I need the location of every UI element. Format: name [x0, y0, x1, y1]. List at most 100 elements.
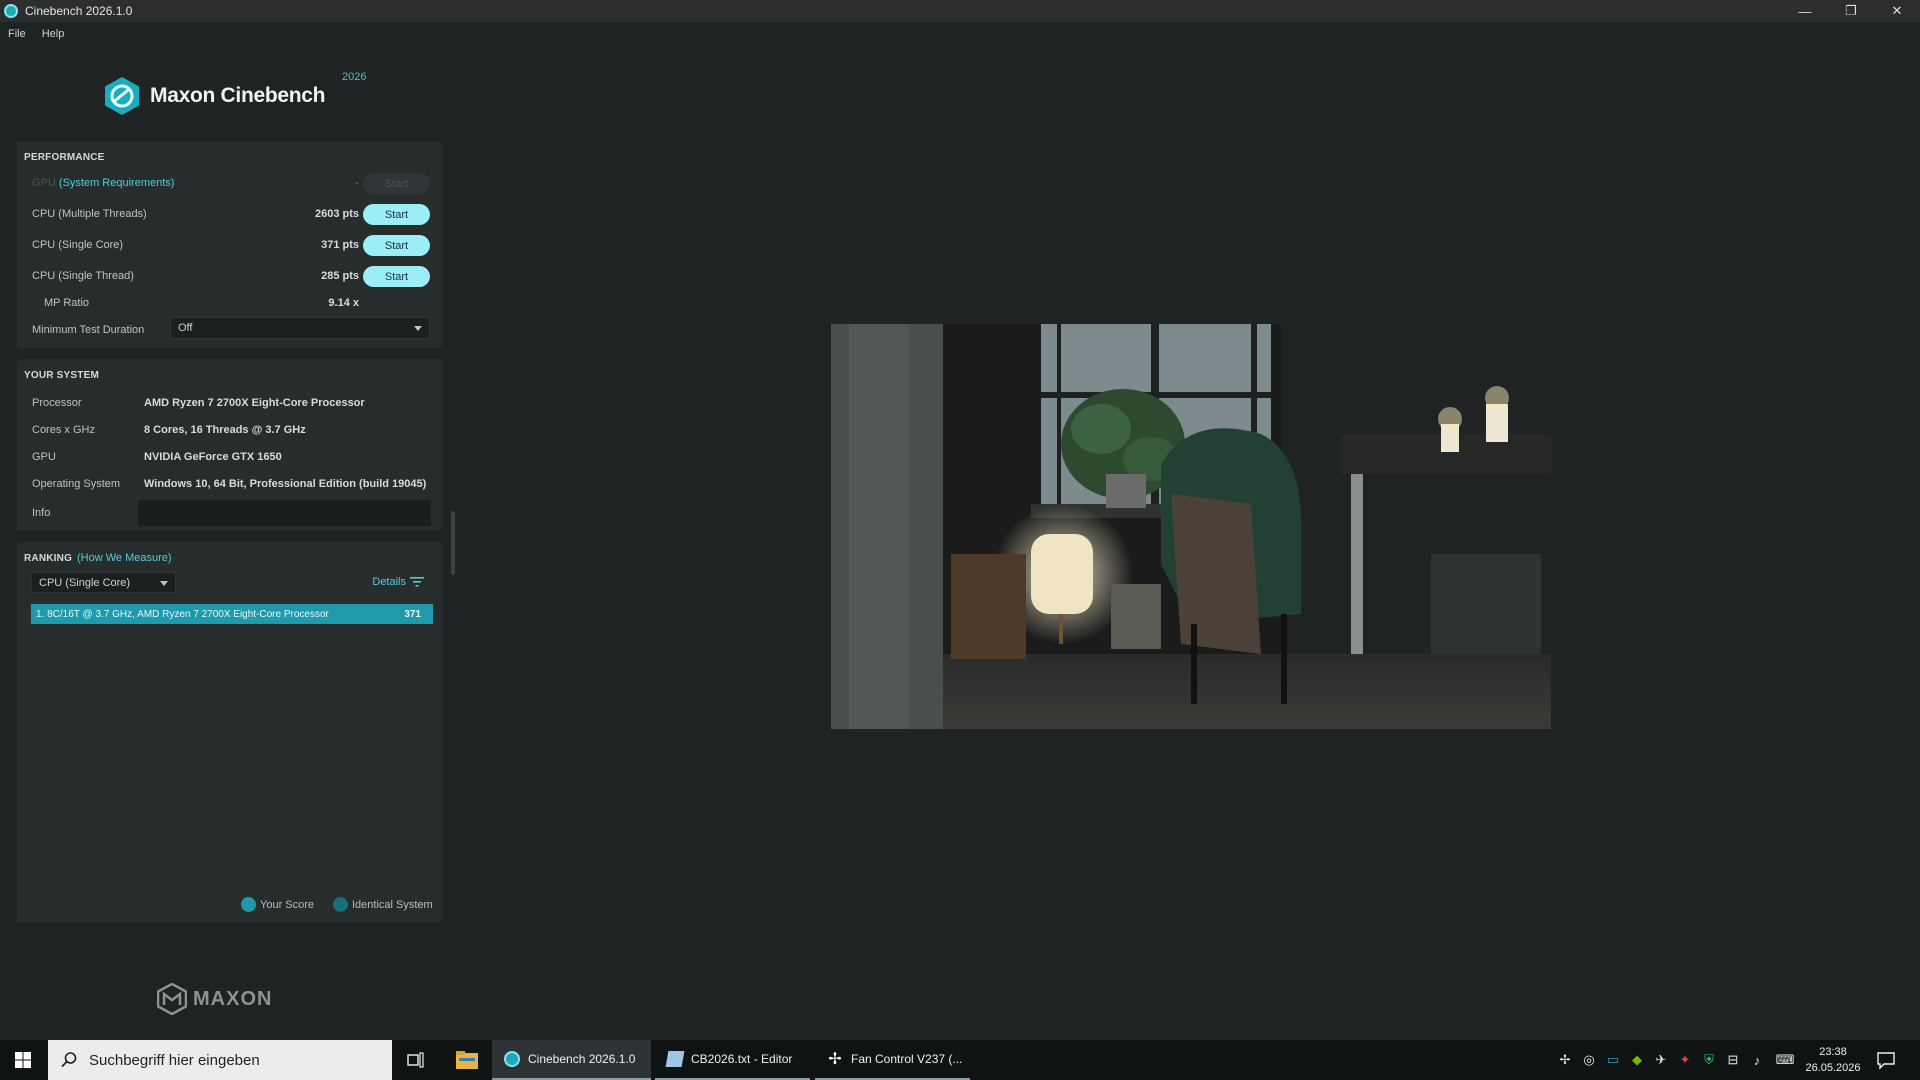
test-label-single-core: CPU (Single Core): [32, 239, 124, 251]
render-scene-image: [831, 324, 1551, 729]
clock-date: 26.05.2026: [1805, 1062, 1861, 1074]
test-score-single-thread: 285 pts: [321, 270, 359, 282]
network-tray-icon[interactable]: ⊟: [1725, 1052, 1741, 1068]
start-single-core-button[interactable]: Start: [363, 235, 430, 256]
info-field[interactable]: [138, 500, 431, 526]
test-score-single-core: 371 pts: [321, 239, 359, 251]
test-label-multi: CPU (Multiple Threads): [32, 208, 147, 220]
cores-value: 8 Cores, 16 Threads @ 3.7 GHz: [144, 424, 306, 436]
performance-panel: PERFORMANCE GPU (System Requirements) - …: [17, 141, 442, 348]
taskbar-app-cinebench[interactable]: Cinebench 2026.1.0: [492, 1040, 651, 1080]
ranking-title: RANKING: [24, 553, 73, 564]
start-multi-button[interactable]: Start: [363, 204, 430, 225]
os-value: Windows 10, 64 Bit, Professional Edition…: [144, 478, 427, 490]
processor-label: Processor: [32, 397, 82, 409]
display-tray-icon[interactable]: ▭: [1605, 1052, 1621, 1068]
cinebench-app-icon: [4, 4, 18, 18]
notepad-icon: [665, 1051, 685, 1067]
antivirus-tray-icon[interactable]: ✦: [1677, 1052, 1693, 1068]
start-single-thread-button[interactable]: Start: [363, 266, 430, 287]
os-label: Operating System: [32, 478, 121, 490]
ranking-entry[interactable]: 1. 8C/16T @ 3.7 GHz, AMD Ryzen 7 2700X E…: [31, 604, 433, 624]
gpu-start-button[interactable]: Start: [363, 173, 430, 194]
task-view-glyph-icon: [407, 1052, 424, 1068]
identical-system-dot-icon: [333, 897, 348, 912]
gpu-label: GPU: [32, 451, 56, 463]
performance-title: PERFORMANCE: [24, 152, 105, 163]
clock-time: 23:38: [1819, 1046, 1847, 1058]
test-score-multi: 2603 pts: [314, 208, 359, 220]
taskbar-app-editor-label: CB2026.txt - Editor: [691, 1052, 793, 1066]
window-title: Cinebench 2026.1.0: [25, 4, 133, 18]
how-we-measure-link[interactable]: (How We Measure): [77, 552, 172, 564]
search-placeholder: Suchbegriff hier eingeben: [89, 1051, 260, 1069]
taskbar-app-editor[interactable]: CB2026.txt - Editor: [655, 1040, 810, 1080]
gpu-label: GPU: [32, 177, 56, 189]
logo-text: Maxon Cinebench: [150, 84, 326, 107]
system-panel: YOUR SYSTEM Processor AMD Ryzen 7 2700X …: [17, 359, 442, 531]
legend-your-score: Your Score: [241, 897, 314, 912]
mp-ratio-label: MP Ratio: [44, 297, 90, 309]
maxon-m-icon: [157, 983, 187, 1015]
details-label: Details: [372, 576, 406, 588]
mp-ratio-value: 9.14 x: [328, 297, 359, 309]
maxon-footer-logo: MAXON: [157, 983, 272, 1015]
ranking-category-dropdown[interactable]: CPU (Single Core): [31, 572, 176, 593]
menu-file[interactable]: File: [0, 28, 34, 40]
taskbar: Suchbegriff hier eingeben Cinebench 2026…: [0, 1040, 1920, 1080]
cores-label: Cores x GHz: [32, 424, 95, 436]
filter-icon: [410, 577, 424, 587]
fan-icon: ✢: [828, 1051, 842, 1068]
minimize-button[interactable]: —: [1782, 0, 1828, 22]
airplane-tray-icon[interactable]: ✈: [1653, 1052, 1669, 1068]
nvidia-tray-icon[interactable]: ◆: [1629, 1052, 1645, 1068]
details-button[interactable]: Details: [372, 576, 424, 588]
gpu-value: NVIDIA GeForce GTX 1650: [144, 451, 282, 463]
legend-identical-system: Identical System: [333, 897, 433, 912]
cinebench-logo-icon: [105, 77, 139, 115]
title-bar: Cinebench 2026.1.0 — ❐ ✕: [0, 0, 1920, 22]
cinebench-app-icon: [504, 1051, 520, 1067]
ranking-entry-score: 371: [404, 608, 421, 620]
min-duration-dropdown[interactable]: Off: [170, 317, 430, 339]
ranking-panel: RANKING (How We Measure) CPU (Single Cor…: [17, 542, 442, 923]
logo-year: 2026: [342, 71, 367, 83]
taskbar-app-cinebench-label: Cinebench 2026.1.0: [528, 1052, 636, 1066]
legend-identical-system-label: Identical System: [352, 898, 433, 911]
panel-scrollbar[interactable]: [451, 511, 455, 575]
search-icon: [61, 1052, 77, 1068]
taskbar-app-fan-control[interactable]: ✢ Fan Control V237 (...: [815, 1040, 970, 1080]
processor-value: AMD Ryzen 7 2700X Eight-Core Processor: [144, 397, 365, 409]
ranking-entry-text: 1. 8C/16T @ 3.7 GHz, AMD Ryzen 7 2700X E…: [36, 608, 329, 620]
keyboard-tray-icon[interactable]: ⌨: [1773, 1052, 1797, 1068]
taskbar-search-box[interactable]: Suchbegriff hier eingeben: [48, 1040, 392, 1080]
windows-start-button[interactable]: [0, 1040, 46, 1080]
fan-control-tray-icon[interactable]: ✢: [1557, 1052, 1573, 1068]
folder-icon: [456, 1051, 478, 1069]
chevron-down-icon: [414, 326, 422, 331]
task-view-icon[interactable]: [404, 1040, 428, 1080]
taskbar-clock[interactable]: 23:38 26.05.2026: [1800, 1044, 1866, 1076]
taskbar-app-fan-control-label: Fan Control V237 (...: [851, 1052, 963, 1066]
ranking-category-value: CPU (Single Core): [39, 576, 131, 589]
maxon-wordmark: MAXON: [193, 987, 273, 1010]
file-explorer-icon[interactable]: [453, 1040, 481, 1080]
min-duration-label: Minimum Test Duration: [32, 324, 145, 336]
volume-tray-icon[interactable]: ♪: [1749, 1052, 1765, 1068]
steam-tray-icon[interactable]: ◎: [1581, 1052, 1597, 1068]
chevron-down-icon: [160, 581, 168, 586]
windows-logo-icon: [15, 1052, 31, 1068]
test-label-single-thread: CPU (Single Thread): [32, 270, 134, 282]
menu-help[interactable]: Help: [34, 28, 73, 40]
notification-center-icon[interactable]: [1876, 1050, 1896, 1070]
security-shield-tray-icon[interactable]: ⛨: [1701, 1052, 1717, 1068]
gpu-test-label: GPU (System Requirements): [32, 177, 174, 189]
menu-bar: File Help: [0, 22, 1920, 46]
render-preview: [831, 324, 1551, 729]
close-button[interactable]: ✕: [1874, 0, 1920, 22]
your-score-dot-icon: [241, 897, 256, 912]
gpu-score: -: [355, 177, 359, 189]
system-requirements-link[interactable]: (System Requirements): [59, 177, 175, 189]
restore-button[interactable]: ❐: [1828, 0, 1874, 22]
system-title: YOUR SYSTEM: [24, 370, 99, 381]
